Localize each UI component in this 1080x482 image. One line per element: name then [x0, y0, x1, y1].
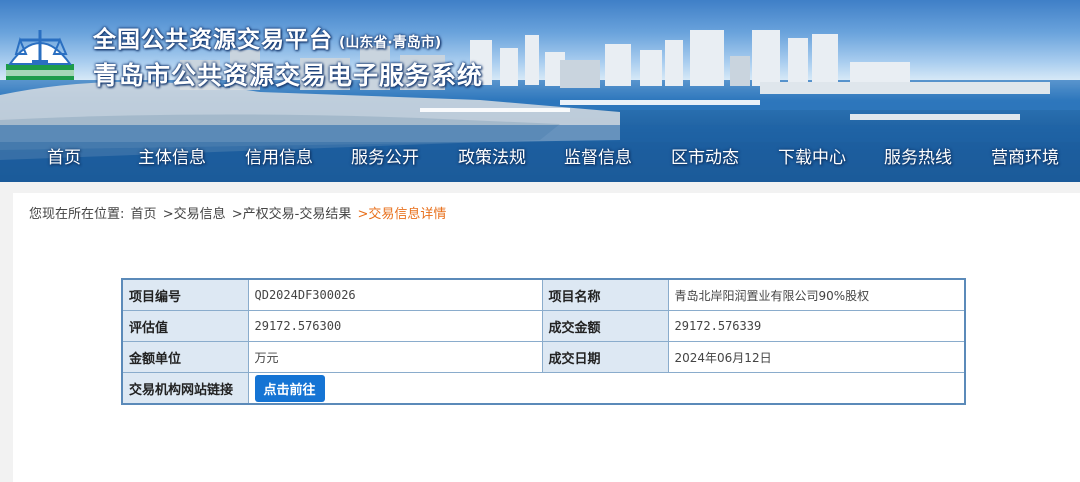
appraisal-value: 29172.576300 — [247, 310, 543, 342]
table-row: 交易机构网站链接 点击前往 — [121, 372, 966, 405]
unit-label: 金额单位 — [121, 341, 249, 373]
breadcrumb-home[interactable]: 首页 — [131, 207, 157, 222]
platform-title: 全国公共资源交易平台 (山东省·青岛市) — [93, 27, 442, 53]
breadcrumb-trade-results[interactable]: >产权交易-交易结果 — [232, 207, 352, 222]
nav-item-supervision[interactable]: 监督信息 — [564, 142, 632, 174]
platform-region: (山东省·青岛市) — [339, 35, 442, 51]
nav-item-entity-info[interactable]: 主体信息 — [138, 142, 206, 174]
table-row: 评估值 29172.576300 成交金额 29172.576339 — [121, 310, 966, 342]
nav-item-hotline[interactable]: 服务热线 — [884, 142, 952, 174]
deal-amount-label: 成交金额 — [541, 310, 669, 342]
deal-amount-value: 29172.576339 — [667, 310, 966, 342]
nav-item-policies[interactable]: 政策法规 — [458, 142, 526, 174]
deal-date-value: 2024年06月12日 — [667, 341, 966, 373]
table-row: 项目编号 QD2024DF300026 项目名称 青岛北岸阳润置业有限公司90%… — [121, 278, 966, 311]
project-no-value: QD2024DF300026 — [247, 278, 543, 311]
main-nav: 首页 主体信息 信用信息 服务公开 政策法规 监督信息 区市动态 下载中心 服务… — [0, 142, 1080, 174]
breadcrumb: 您现在所在位置: 首页 >交易信息 >产权交易-交易结果 >交易信息详情 — [29, 203, 448, 222]
project-name-value: 青岛北岸阳润置业有限公司90%股权 — [667, 278, 966, 311]
breadcrumb-prefix: 您现在所在位置: — [29, 207, 125, 222]
link-label: 交易机构网站链接 — [121, 372, 249, 405]
breadcrumb-current: >交易信息详情 — [357, 207, 447, 222]
system-title: 青岛市公共资源交易电子服务系统 — [93, 61, 484, 90]
deal-date-label: 成交日期 — [541, 341, 669, 373]
nav-item-downloads[interactable]: 下载中心 — [778, 142, 846, 174]
go-to-link-button[interactable]: 点击前往 — [254, 374, 325, 402]
unit-value: 万元 — [247, 341, 543, 373]
trade-detail-table: 项目编号 QD2024DF300026 项目名称 青岛北岸阳润置业有限公司90%… — [121, 278, 966, 405]
appraisal-label: 评估值 — [121, 310, 249, 342]
scales-logo-icon — [6, 30, 74, 80]
nav-item-service-disclosure[interactable]: 服务公开 — [351, 142, 419, 174]
table-row: 金额单位 万元 成交日期 2024年06月12日 — [121, 341, 966, 373]
content-panel: 您现在所在位置: 首页 >交易信息 >产权交易-交易结果 >交易信息详情 项目编… — [13, 193, 1080, 482]
nav-item-home[interactable]: 首页 — [47, 142, 81, 174]
header-banner: 全国公共资源交易平台 (山东省·青岛市) 青岛市公共资源交易电子服务系统 首页 主… — [0, 0, 1080, 182]
breadcrumb-trade-info[interactable]: >交易信息 — [163, 207, 226, 222]
nav-item-credit-info[interactable]: 信用信息 — [245, 142, 313, 174]
link-cell: 点击前往 — [247, 372, 966, 405]
nav-item-business-env[interactable]: 营商环境 — [991, 142, 1059, 174]
project-no-label: 项目编号 — [121, 278, 249, 311]
project-name-label: 项目名称 — [541, 278, 669, 311]
nav-item-district-news[interactable]: 区市动态 — [671, 142, 739, 174]
